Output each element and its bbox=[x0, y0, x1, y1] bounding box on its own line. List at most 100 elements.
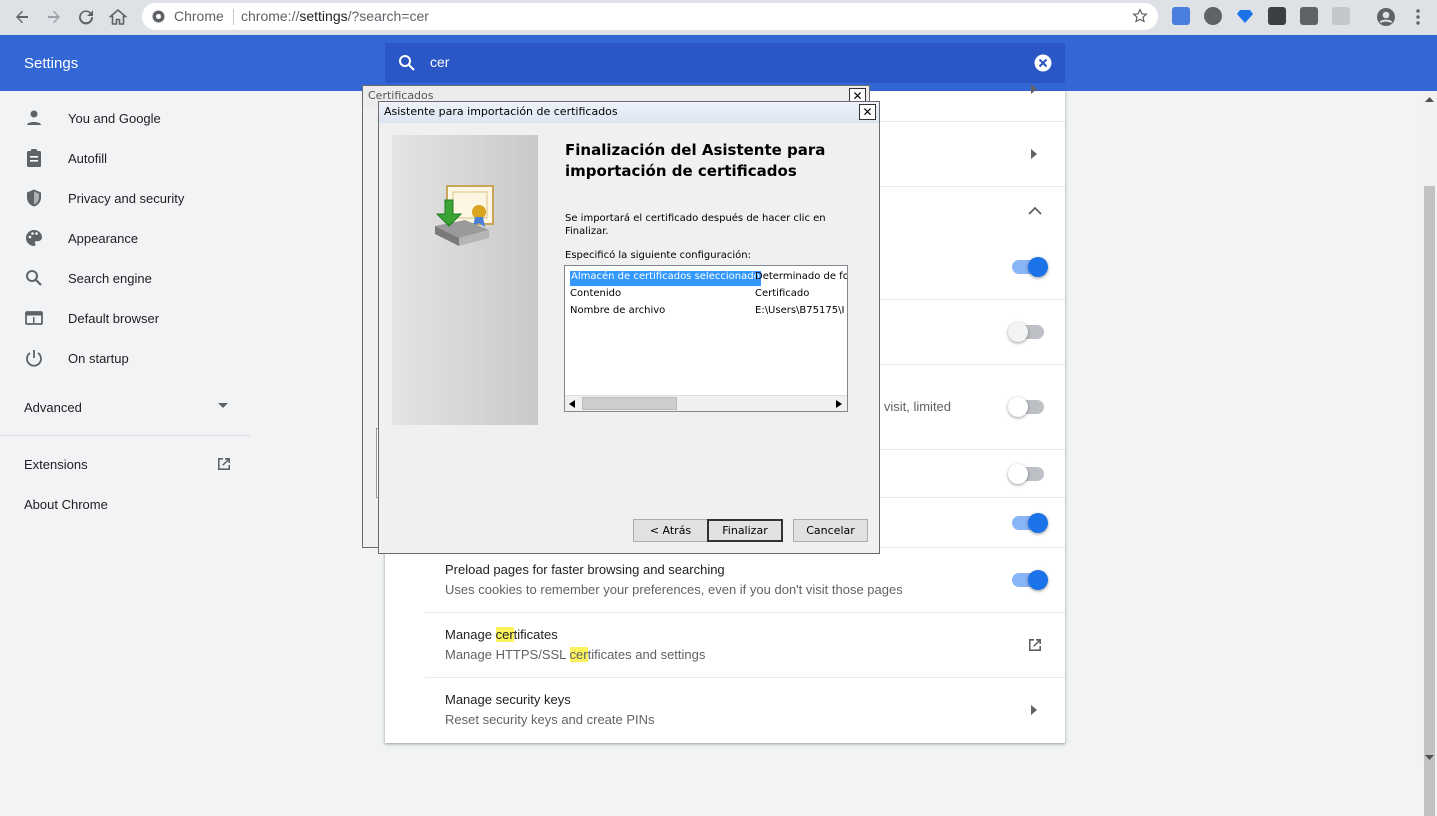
toggle-switch[interactable] bbox=[1008, 464, 1044, 484]
wizard-heading-line: Finalización del Asistente para bbox=[565, 141, 826, 159]
wizard-heading-line: importación de certificados bbox=[565, 162, 797, 180]
gem-extension-icon[interactable] bbox=[1236, 7, 1254, 25]
toggle-knob bbox=[1008, 464, 1028, 484]
shield-icon bbox=[27, 189, 41, 207]
menu-kebab-icon[interactable] bbox=[1404, 4, 1432, 30]
certificate-import-wizard: Asistente para importación de certificad… bbox=[378, 101, 880, 554]
page-scrollbar[interactable] bbox=[1422, 91, 1437, 816]
sidebar-item-label: You and Google bbox=[68, 111, 161, 126]
browser-toolbar: Chrome chrome://settings/?search=cer bbox=[0, 0, 1437, 35]
chevron-up-icon[interactable] bbox=[1028, 206, 1042, 215]
sidebar-item-autofill[interactable]: Autofill bbox=[0, 138, 250, 178]
address-separator bbox=[233, 9, 234, 25]
scrollbar-thumb[interactable] bbox=[1424, 186, 1435, 816]
wizard-titlebar: Asistente para importación de certificad… bbox=[379, 102, 879, 123]
sidebar-item-label: Privacy and security bbox=[68, 191, 185, 206]
advanced-section-toggle[interactable]: Advanced bbox=[24, 400, 82, 415]
sidebar-item-label: Autofill bbox=[68, 151, 108, 166]
home-icon[interactable] bbox=[104, 4, 132, 30]
address-bar[interactable]: Chrome chrome://settings/?search=cer bbox=[142, 3, 1158, 30]
disabled-extension-icon[interactable] bbox=[1332, 7, 1350, 25]
url-rest: /?search=cer bbox=[347, 8, 429, 24]
close-icon[interactable]: ✕ bbox=[859, 104, 876, 120]
manage-certificates-description: Manage HTTPS/SSL certificates and settin… bbox=[445, 647, 705, 662]
desc-part: Manage HTTPS/SSL bbox=[445, 647, 570, 662]
jb-extension-icon[interactable] bbox=[1268, 7, 1286, 25]
bookmark-star-icon[interactable] bbox=[1132, 8, 1148, 24]
settings-search-field[interactable]: cer bbox=[385, 43, 1065, 83]
toggle-knob bbox=[1028, 257, 1048, 277]
partial-description-text: u visit, limited bbox=[873, 399, 952, 414]
row-separator bbox=[425, 677, 1065, 678]
sidebar-extensions-link[interactable]: Extensions bbox=[24, 457, 88, 472]
palette-icon bbox=[26, 230, 42, 246]
open-in-new-icon[interactable] bbox=[1026, 636, 1044, 654]
sidebar-item-default-browser[interactable]: Default browser bbox=[0, 298, 250, 338]
wizard-description-line: Se importará el certificado después de h… bbox=[565, 213, 826, 224]
list-item-value: Certificado bbox=[755, 288, 810, 299]
list-item-selected[interactable]: Almacén de certificados seleccionado bbox=[570, 271, 761, 286]
sidebar-item-you-and-google[interactable]: You and Google bbox=[0, 98, 250, 138]
clipboard-icon bbox=[27, 149, 41, 167]
configuration-list[interactable]: Almacén de certificados seleccionado Det… bbox=[564, 265, 848, 412]
manage-security-keys-description: Reset security keys and create PINs bbox=[445, 712, 655, 727]
reload-icon[interactable] bbox=[72, 4, 100, 30]
settings-header: Settings cer bbox=[0, 35, 1437, 91]
search-highlight: cer bbox=[569, 647, 588, 662]
clear-search-icon[interactable] bbox=[1034, 54, 1052, 72]
forward-arrow-icon[interactable] bbox=[40, 4, 68, 30]
toggle-switch[interactable] bbox=[1008, 322, 1044, 342]
toggle-switch[interactable] bbox=[1012, 513, 1048, 533]
scrollbar-thumb[interactable] bbox=[582, 397, 677, 410]
scroll-down-arrow-icon[interactable] bbox=[1425, 755, 1434, 761]
sidebar-item-label: On startup bbox=[68, 351, 129, 366]
chevron-right-icon[interactable] bbox=[1031, 148, 1039, 160]
chevron-right-icon[interactable] bbox=[1031, 83, 1039, 95]
search-highlight: cer bbox=[495, 627, 514, 642]
toggle-knob bbox=[1028, 513, 1048, 533]
browser-window-icon bbox=[25, 311, 43, 325]
manage-security-keys-title[interactable]: Manage security keys bbox=[445, 692, 571, 707]
toggle-switch[interactable] bbox=[1012, 257, 1048, 277]
toggle-switch[interactable] bbox=[1008, 397, 1044, 417]
list-item-value: E:\Users\B75175\I bbox=[755, 305, 845, 316]
profile-avatar-icon[interactable] bbox=[1372, 4, 1400, 30]
scroll-right-arrow-icon[interactable] bbox=[836, 400, 842, 408]
sidebar-about-chrome-link[interactable]: About Chrome bbox=[24, 497, 108, 512]
list-item[interactable]: Nombre de archivo bbox=[570, 305, 665, 320]
settings-sidebar: You and Google Autofill Privacy and secu… bbox=[0, 91, 250, 767]
chevron-right-icon[interactable] bbox=[1031, 704, 1039, 716]
sidebar-item-appearance[interactable]: Appearance bbox=[0, 218, 250, 258]
sidebar-divider bbox=[0, 435, 250, 436]
manage-certificates-title[interactable]: Manage certificates bbox=[445, 627, 558, 642]
preload-pages-title: Preload pages for faster browsing and se… bbox=[445, 562, 725, 577]
back-button[interactable]: < Atrás bbox=[633, 519, 708, 542]
wizard-description: Se importará el certificado después de h… bbox=[565, 212, 826, 238]
cancel-button[interactable]: Cancelar bbox=[793, 519, 868, 542]
scroll-up-arrow-icon[interactable] bbox=[1425, 96, 1434, 102]
scroll-left-arrow-icon[interactable] bbox=[569, 400, 575, 408]
sidebar-item-search-engine[interactable]: Search engine bbox=[0, 258, 250, 298]
horizontal-scrollbar[interactable] bbox=[565, 395, 847, 411]
wizard-heading: Finalización del Asistente para importac… bbox=[565, 140, 825, 182]
round-extension-icon[interactable] bbox=[1204, 7, 1222, 25]
url-text: chrome://settings/?search=cer bbox=[241, 8, 429, 24]
sidebar-item-label: Search engine bbox=[68, 271, 152, 286]
list-item[interactable]: Contenido bbox=[570, 288, 621, 303]
wizard-side-panel bbox=[392, 135, 538, 425]
desc-part: tificates and settings bbox=[587, 647, 706, 662]
back-arrow-icon[interactable] bbox=[8, 4, 36, 30]
sidebar-item-on-startup[interactable]: On startup bbox=[0, 338, 250, 378]
page-extension-icon[interactable] bbox=[1300, 7, 1318, 25]
certificate-import-icon bbox=[435, 185, 494, 246]
chevron-down-icon[interactable] bbox=[218, 403, 228, 409]
chrome-logo-icon bbox=[152, 10, 165, 23]
open-in-new-icon[interactable] bbox=[215, 455, 233, 473]
finish-button[interactable]: Finalizar bbox=[707, 519, 783, 542]
search-input[interactable]: cer bbox=[430, 54, 449, 70]
translate-extension-icon[interactable] bbox=[1172, 7, 1190, 25]
preload-pages-toggle[interactable] bbox=[1012, 570, 1048, 590]
sidebar-item-privacy[interactable]: Privacy and security bbox=[0, 178, 250, 218]
url-prefix: chrome:// bbox=[241, 8, 300, 24]
sidebar-item-label: Appearance bbox=[68, 231, 139, 246]
